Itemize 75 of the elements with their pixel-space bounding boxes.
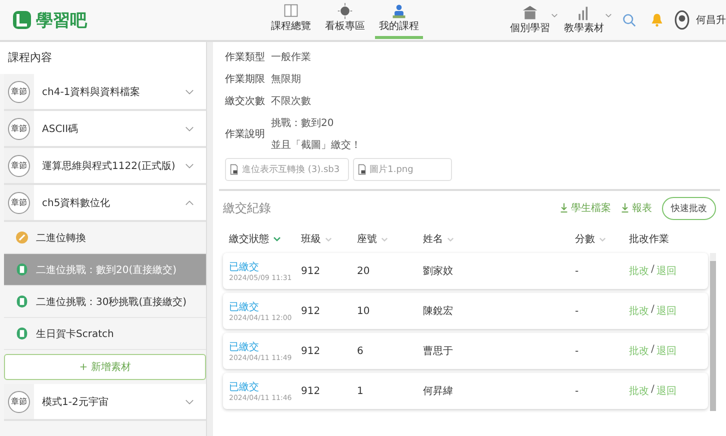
nav-tab[interactable]: 看板專區 [321, 1, 369, 39]
building-icon [521, 5, 539, 21]
field-label: 繳交次數 [225, 94, 265, 108]
book-icon [282, 3, 300, 19]
chapter-badge: 章節 [8, 390, 30, 412]
bell-icon[interactable] [650, 13, 664, 27]
table-cell-text: 10 [357, 306, 371, 316]
caret-icon [605, 13, 612, 18]
nav-tab[interactable]: 我的課程 [375, 1, 423, 39]
table-cell-text: - [575, 386, 580, 396]
field-value: 一般作業 [271, 50, 311, 64]
field-label: 作業類型 [225, 50, 265, 64]
chapter-item[interactable]: 章節 模式1-2元宇宙 [4, 384, 206, 421]
chapter-badge: 章節 [8, 192, 30, 214]
file-icon [358, 164, 366, 175]
table-cell-text: - [575, 266, 580, 276]
column-header[interactable]: 分數 [575, 232, 629, 246]
chapter-item[interactable]: 章節 ASCII碼 [4, 111, 206, 148]
chapter-item[interactable]: 章節 ch5資料數位化 [4, 185, 206, 222]
table-cell-text: 912 [301, 306, 322, 316]
chapter-item[interactable]: 章節 ch4-1資料與資料檔案 [4, 74, 206, 111]
nav-tab[interactable]: 課程總覽 [267, 1, 315, 39]
clipboard-icon [16, 327, 28, 340]
field-value: 並且「截圖」繳交！ [271, 138, 361, 152]
caret-icon [551, 13, 558, 18]
column-header[interactable]: 座號 [357, 232, 423, 246]
sun-icon [336, 3, 354, 19]
column-header[interactable]: 批改作業 [629, 232, 710, 246]
table-cell-text: 何昇緯 [423, 384, 454, 398]
clipboard-icon [16, 295, 28, 308]
chapter-badge: 章節 [8, 154, 30, 176]
separator: / [651, 384, 654, 397]
download-icon [621, 203, 629, 213]
column-header[interactable]: 班級 [301, 232, 357, 246]
table-cell-text: 912 [301, 266, 322, 276]
column-header[interactable]: 姓名 [423, 232, 575, 246]
table-cell-text: 劉家妏 [423, 264, 454, 278]
logo-text: 學習吧 [36, 10, 87, 32]
column-header[interactable]: 繳交狀態 [229, 232, 301, 246]
table-cell-text: 6 [357, 346, 364, 356]
table-cell-text: 陳銳宏 [423, 304, 454, 318]
logo-icon [12, 10, 32, 30]
chapter-item[interactable]: 章節 運算思維與程式1122(正式版) [4, 148, 206, 185]
person-icon [390, 3, 408, 19]
search-icon[interactable] [622, 13, 636, 27]
table-cell-text: 20 [357, 266, 371, 276]
chapter-badge: 章節 [8, 80, 30, 102]
menu-dropdown[interactable]: 個別學習 [510, 5, 558, 35]
avatar-icon[interactable] [674, 10, 690, 30]
field-value: 無限期 [271, 72, 301, 86]
separator: / [651, 264, 654, 277]
material-item[interactable]: 二進位挑戰：30秒挑戰(直接繳交) [4, 286, 206, 318]
sidebar-title: 課程內容 [0, 42, 206, 74]
chapter-badge: 章節 [8, 118, 30, 140]
field-value: 不限次數 [271, 95, 311, 108]
file-icon [230, 164, 238, 175]
separator: / [651, 304, 654, 317]
table-cell-text: 1 [357, 386, 364, 396]
menu-dropdown[interactable]: 教學素材 [564, 5, 612, 35]
user-name[interactable]: 何昌升 [696, 13, 726, 27]
field-value: 挑戰：數到20 [271, 116, 335, 130]
table-cell-text: 912 [301, 346, 322, 356]
table-cell-text: - [575, 306, 580, 316]
clipboard-icon [16, 263, 28, 276]
quick-grade-button[interactable]: 快速批改 [662, 196, 716, 220]
material-item[interactable]: 生日賀卡Scratch [4, 318, 206, 350]
field-label: 作業說明 [225, 128, 265, 141]
section-title: 繳交紀錄 [223, 200, 271, 216]
download-icon [560, 203, 568, 213]
separator: / [651, 344, 654, 357]
table-cell-text: 曹思于 [423, 344, 454, 358]
table-cell-text: - [575, 346, 580, 356]
table-cell-text: 912 [301, 386, 322, 396]
field-label: 作業期限 [225, 72, 265, 86]
scrollbar[interactable] [710, 253, 716, 411]
